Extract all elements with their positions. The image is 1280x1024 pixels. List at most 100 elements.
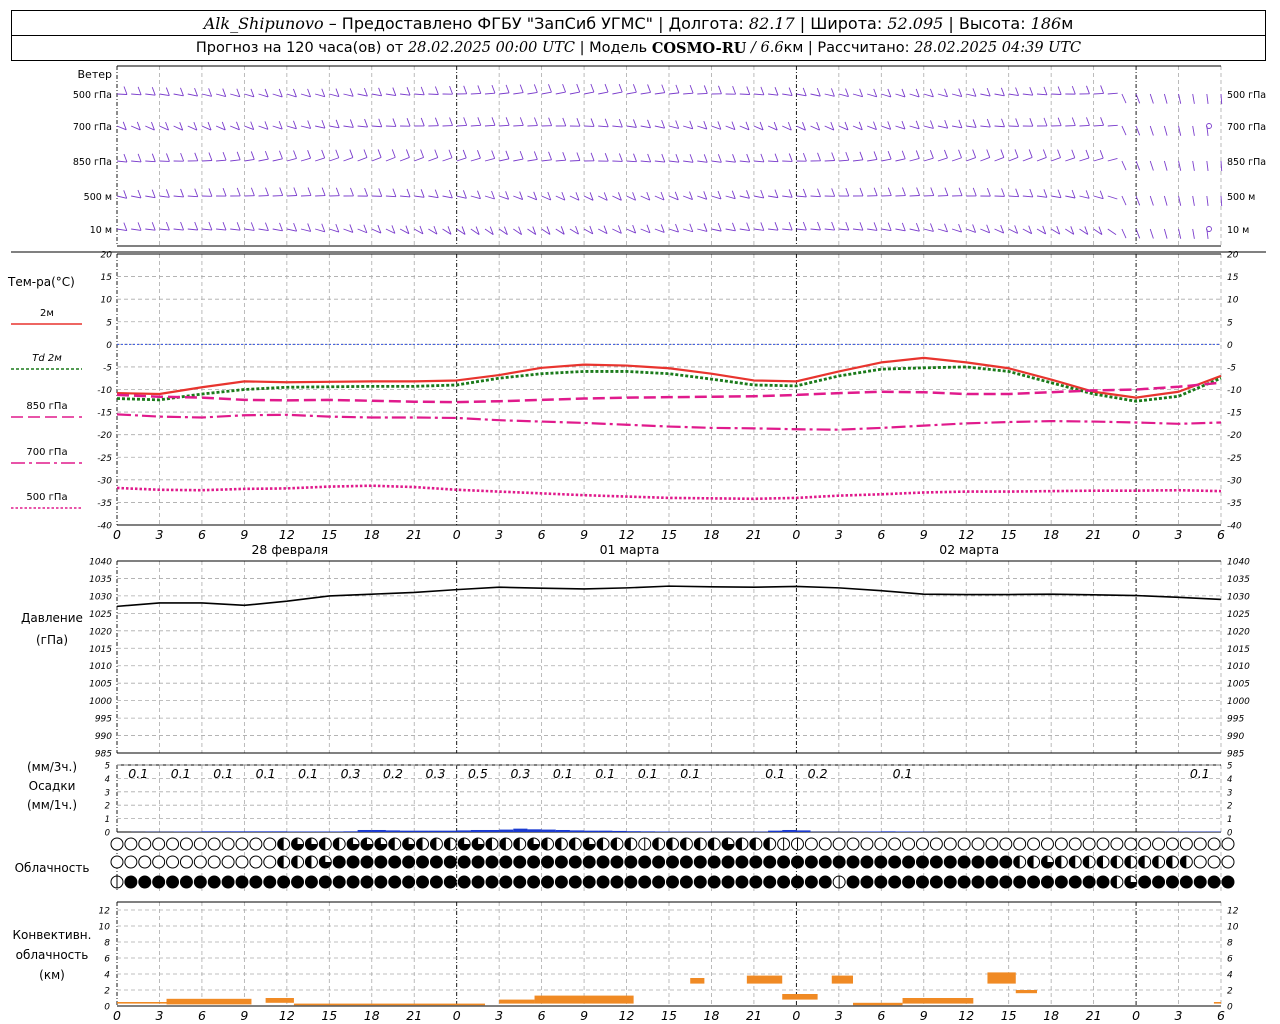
conv-cloud-bar	[987, 972, 1016, 984]
cloud-symbol	[360, 875, 374, 889]
wind-barb-shaft	[499, 124, 510, 127]
wind-barb-feather	[915, 150, 920, 159]
wind-barb-feather	[1100, 117, 1105, 126]
wind-barb-shaft	[824, 160, 835, 162]
cloud-circle	[943, 855, 957, 869]
cloud-symbol	[929, 837, 943, 851]
cloud-circle	[193, 837, 207, 851]
cloud-circle	[652, 855, 666, 869]
wind-barb-shaft	[951, 125, 962, 129]
wind-barb-feather	[703, 223, 708, 232]
cloud-circle	[193, 875, 207, 889]
precip-bar	[598, 830, 613, 832]
wind-barb-shaft	[159, 93, 170, 96]
cloud-symbol	[624, 837, 638, 851]
cloud-circle	[929, 837, 943, 851]
cloud-circle	[513, 875, 527, 889]
cloud-circle	[679, 855, 693, 869]
xtick-label: 6	[538, 527, 546, 542]
precip-3h-label: 0.1	[765, 766, 785, 781]
cloud-circle	[138, 875, 152, 889]
cloud-circle	[416, 875, 430, 889]
cloud-symbol	[485, 837, 499, 851]
cloud-symbol	[235, 875, 249, 889]
wind-barb-shaft	[1135, 195, 1141, 206]
wind-barb-shaft	[145, 93, 156, 96]
cloud-symbol	[179, 837, 193, 851]
xtick-label-bottom: 15	[321, 1008, 337, 1023]
wind-barb-shaft	[768, 160, 779, 163]
wind-barb-feather	[1071, 149, 1076, 158]
cloud-symbol	[374, 875, 388, 889]
wind-barb-shaft	[131, 228, 142, 231]
cloud-symbol	[874, 837, 888, 851]
wind-barb-feather	[364, 118, 368, 128]
cloud-axis-title: Облачность	[15, 861, 90, 875]
wind-barb-shaft	[909, 158, 920, 162]
legend-label: Td 2м	[32, 353, 62, 364]
cloud-circle	[846, 837, 860, 851]
cloud-symbol	[346, 875, 360, 889]
cloud-symbol	[902, 837, 916, 851]
wind-barb-shaft	[414, 195, 425, 198]
temp-axis-title: Тем-ра(°C)	[7, 275, 75, 289]
xtick-label: 0	[792, 527, 800, 542]
wind-barb-shaft	[145, 195, 156, 199]
wind-barb-shaft	[315, 125, 326, 129]
cloud-circle	[346, 855, 360, 869]
cloud-symbol	[804, 855, 818, 869]
wind-barb-feather	[448, 149, 453, 158]
cloud-circle	[249, 837, 263, 851]
wind-barb-feather	[717, 154, 722, 163]
wind-barb-shaft	[739, 160, 750, 163]
wind-barb-feather	[972, 119, 977, 128]
wind-barb-shaft	[711, 228, 722, 232]
pressure-tick-label-right: 1030	[1227, 592, 1250, 602]
cloud-symbol	[235, 837, 249, 851]
wind-barb-shaft	[456, 124, 467, 127]
cloud-symbol	[707, 875, 721, 889]
wind-barb-shaft	[895, 158, 906, 162]
wind-barb-feather	[746, 153, 751, 163]
cloud-circle	[624, 855, 638, 869]
wind-barb-shaft	[697, 93, 708, 95]
cloud-mark	[569, 838, 576, 850]
wind-barb-shaft	[782, 228, 793, 231]
xtick-label-bottom: 0	[1132, 1008, 1140, 1023]
wind-barb-shaft	[753, 195, 764, 199]
wind-barb-feather	[548, 117, 553, 126]
wind-barb-feather	[321, 187, 326, 196]
wind-barb-shaft	[1149, 125, 1154, 136]
wind-barb-shaft	[442, 195, 453, 199]
cloud-symbol	[610, 875, 624, 889]
xtick-label-bottom: 0	[453, 1008, 461, 1023]
cloud-symbol	[124, 855, 138, 869]
cloud-symbol	[499, 855, 513, 869]
wind-barb-feather	[887, 222, 892, 231]
xtick-label: 21	[406, 527, 422, 542]
wind-barb-feather	[647, 119, 651, 128]
wind-barb-shaft	[1107, 158, 1118, 162]
cloud-circle	[957, 875, 971, 889]
wind-barb-feather	[1099, 150, 1104, 159]
wind-barb-shaft	[1107, 228, 1117, 235]
cloud-symbol	[527, 837, 541, 851]
wind-barb-feather	[406, 87, 411, 96]
wind-barb-feather	[845, 88, 849, 97]
cloud-mark	[694, 838, 701, 850]
wind-barb-shaft	[1107, 124, 1118, 127]
wind-barb-feather	[434, 86, 439, 95]
cloud-circle	[429, 855, 443, 869]
cloud-symbol	[332, 875, 346, 889]
precip-bar	[442, 830, 457, 832]
wind-barb-shaft	[315, 93, 325, 98]
wind-barb-feather	[335, 119, 340, 128]
cloud-circle	[860, 855, 874, 869]
temp-series-line	[116, 381, 1222, 404]
cloud-symbol	[763, 875, 777, 889]
cloud-circle	[749, 855, 763, 869]
cloud-circle	[1040, 837, 1054, 851]
xtick-label: 12	[958, 527, 974, 542]
cloud-symbol	[929, 855, 943, 869]
wind-barb-feather	[236, 222, 241, 231]
